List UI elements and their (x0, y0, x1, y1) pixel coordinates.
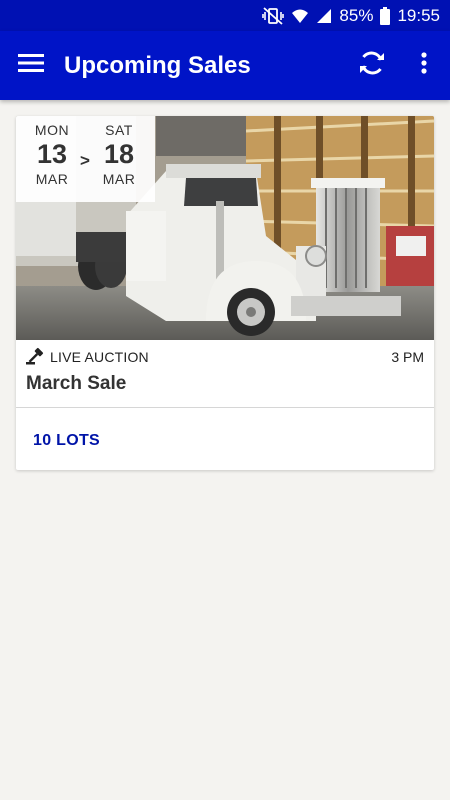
start-day-of-week: MON (34, 122, 70, 138)
date-range: MON 13 MAR > SAT 18 MAR (16, 116, 155, 202)
end-date: SAT 18 MAR (91, 122, 147, 187)
refresh-button[interactable] (346, 31, 398, 100)
wifi-icon (291, 8, 309, 24)
status-time: 19:55 (397, 5, 440, 25)
start-date: MON 13 MAR (24, 122, 80, 187)
more-options-button[interactable] (398, 31, 450, 100)
sale-info-row: LIVE AUCTION 3 PM (26, 346, 424, 368)
page-title: Upcoming Sales (64, 51, 251, 79)
menu-icon (18, 53, 44, 78)
more-vert-icon (421, 52, 427, 79)
menu-button[interactable] (0, 31, 62, 100)
sale-name: March Sale (26, 373, 127, 394)
battery-percent: 85% (339, 5, 374, 25)
battery-icon (380, 6, 391, 25)
end-day-of-week: SAT (105, 122, 133, 138)
vibrate-mute-icon (262, 6, 285, 25)
gavel-icon (26, 347, 44, 368)
start-day: 13 (36, 139, 68, 169)
sale-time: 3 PM (391, 349, 424, 365)
end-month: MAR (102, 171, 136, 187)
status-bar: 85% 19:55 (0, 0, 450, 31)
sale-card[interactable]: MON 13 MAR > SAT 18 MAR LIVE AUCTION 3 P… (16, 116, 434, 470)
end-day: 18 (103, 139, 135, 169)
sale-type: LIVE AUCTION (26, 347, 391, 368)
lots-link[interactable]: 10 LOTS (33, 432, 100, 450)
sale-image[interactable]: MON 13 MAR > SAT 18 MAR (16, 116, 434, 340)
refresh-icon (357, 48, 387, 83)
date-separator: > (80, 151, 90, 170)
sale-type-label: LIVE AUCTION (50, 349, 149, 365)
start-month: MAR (35, 171, 69, 187)
card-divider (16, 407, 434, 408)
signal-icon (316, 8, 332, 24)
app-bar: Upcoming Sales (0, 31, 450, 100)
